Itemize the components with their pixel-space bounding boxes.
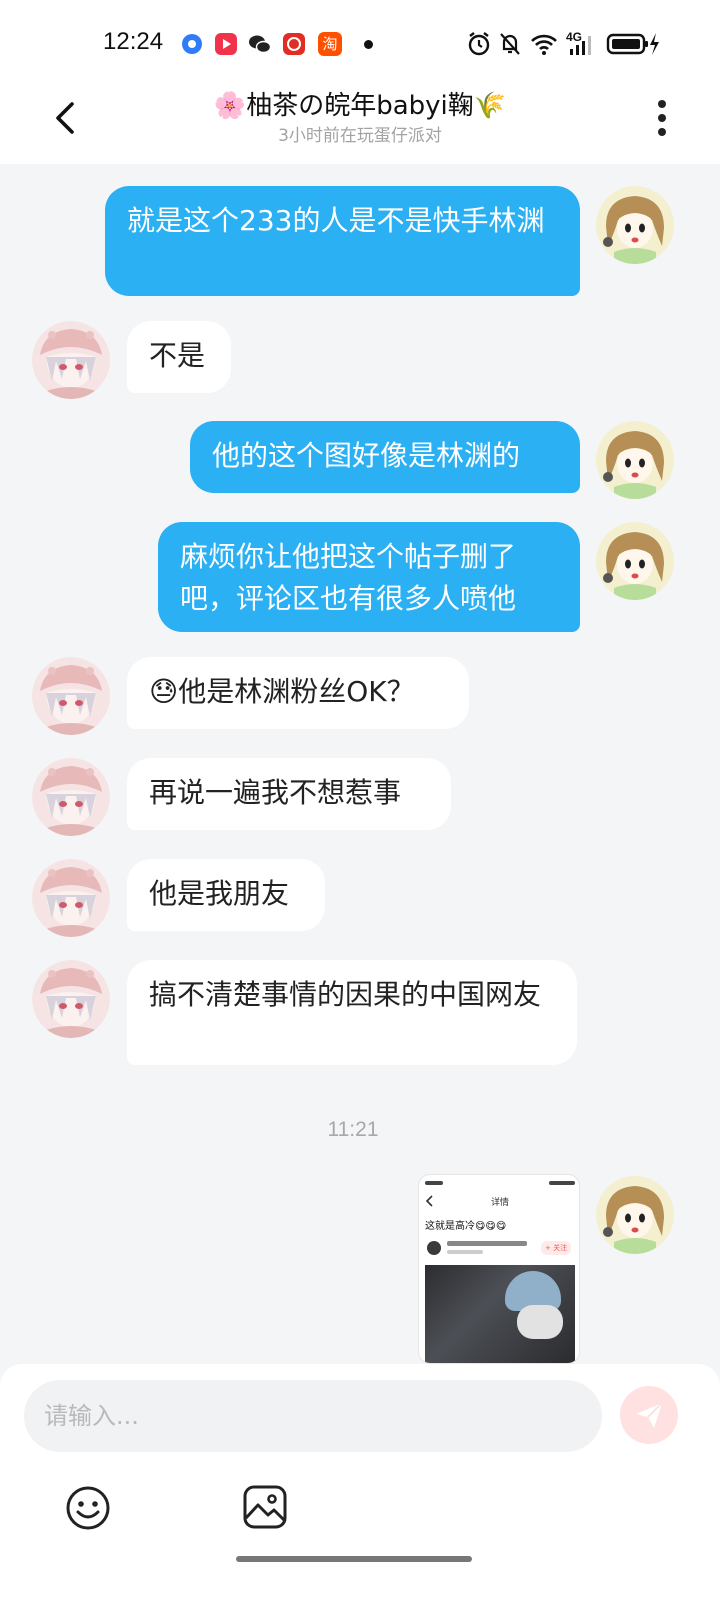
chat-header: 🌸柚茶の皖年babyi鞠🌾 3小时前在玩蛋仔派对 [0, 88, 720, 164]
status-bar: 12:24 淘 4G [0, 0, 720, 88]
header-title-block: 🌸柚茶の皖年babyi鞠🌾 3小时前在玩蛋仔派对 [140, 88, 580, 148]
thumb-author-avatar [427, 1241, 441, 1255]
thumb-status-bar [425, 1179, 575, 1187]
thumb-meta-line [447, 1250, 483, 1254]
incoming-message-bubble[interactable]: 😓他是林渊粉丝OK？ [127, 657, 469, 729]
my-avatar[interactable] [596, 421, 674, 499]
status-time: 12:24 [103, 28, 164, 55]
wifi-icon [531, 34, 557, 55]
thumb-follow-button: + 关注 [541, 1241, 572, 1255]
mute-bell-icon [500, 33, 520, 55]
message-timestamp: 11:21 [327, 1118, 379, 1141]
wechat-icon [249, 35, 272, 54]
alarm-icon [468, 32, 490, 56]
send-button[interactable] [620, 1386, 678, 1444]
contact-avatar[interactable] [32, 960, 110, 1038]
thumb-photo [425, 1265, 575, 1363]
send-icon [636, 1402, 663, 1428]
notification-dot [364, 40, 373, 49]
incoming-message-bubble[interactable]: 他是我朋友 [127, 859, 325, 931]
thumb-mask-shape [517, 1305, 563, 1339]
thumb-header: 详情 [490, 1198, 509, 1208]
thumb-author-line [447, 1241, 527, 1246]
more-options-icon[interactable] [650, 96, 674, 140]
incoming-message-bubble[interactable]: 不是 [127, 321, 231, 393]
home-indicator[interactable] [236, 1556, 472, 1562]
input-bar [0, 1364, 720, 1600]
contact-name[interactable]: 🌸柚茶の皖年babyi鞠🌾 [140, 88, 580, 124]
my-avatar[interactable] [596, 1176, 674, 1254]
signal-icon [570, 36, 591, 55]
battery-icon [606, 33, 659, 55]
outgoing-message-bubble[interactable]: 就是这个233的人是不是快手林渊 [105, 186, 580, 296]
outgoing-message-bubble[interactable]: 他的这个图好像是林渊的 [190, 421, 580, 493]
thumb-post-title: 这就是高冷😋😋😋 [425, 1221, 507, 1232]
contact-avatar[interactable] [32, 859, 110, 937]
image-message-thumbnail[interactable]: 详情 这就是高冷😋😋😋 + 关注 [418, 1174, 580, 1364]
message-input[interactable] [24, 1380, 602, 1452]
emoji-icon[interactable] [64, 1484, 112, 1532]
my-avatar[interactable] [596, 522, 674, 600]
pinduoduo-icon [283, 33, 305, 55]
my-avatar[interactable] [596, 186, 674, 264]
video-app-icon [215, 33, 237, 55]
browser-app-icon [182, 34, 202, 54]
contact-avatar[interactable] [32, 758, 110, 836]
contact-avatar[interactable] [32, 321, 110, 399]
image-picker-icon[interactable] [242, 1484, 288, 1530]
back-arrow-icon[interactable] [44, 96, 88, 140]
contact-status: 3小时前在玩蛋仔派对 [278, 126, 442, 146]
incoming-message-bubble[interactable]: 再说一遍我不想惹事 [127, 758, 451, 830]
incoming-message-bubble[interactable]: 搞不清楚事情的因果的中国网友 [127, 960, 577, 1065]
taobao-icon: 淘 [318, 32, 342, 56]
contact-avatar[interactable] [32, 657, 110, 735]
outgoing-message-bubble[interactable]: 麻烦你让他把这个帖子删了吧，评论区也有很多人喷他 [158, 522, 580, 632]
